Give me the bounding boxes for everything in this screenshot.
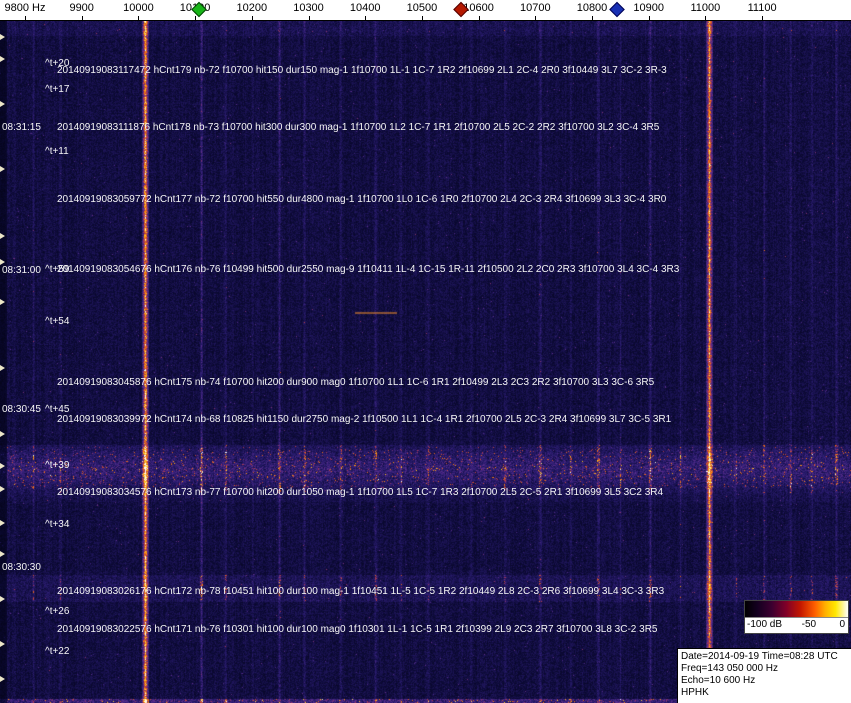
freq-tick (252, 16, 253, 20)
freq-tick (195, 16, 196, 20)
time-tick-icon (0, 34, 5, 40)
info-echo: Echo=10 600 Hz (681, 675, 851, 687)
log-line: 20140919083034576 hCnt173 nb-77 f10700 h… (57, 487, 663, 498)
freq-tick-label: 9800 Hz (5, 2, 46, 14)
time-label: 08:30:45 (2, 404, 41, 415)
info-frequency: Freq=143 050 000 Hz (681, 663, 851, 675)
time-offset-mark: ^t+39 (45, 460, 69, 471)
time-label: 08:31:15 (2, 122, 41, 133)
freq-tick-label: 10000 (123, 2, 154, 14)
time-offset-mark: ^t+45 (45, 404, 69, 415)
info-box: Date=2014-09-19 Time=08:28 UTC Freq=143 … (677, 648, 851, 703)
db-scale-labels: -100 dB -50 0 (745, 618, 848, 633)
time-tick-icon (0, 365, 5, 371)
time-tick-icon (0, 463, 5, 469)
freq-tick-label: 10900 (633, 2, 664, 14)
time-label: 08:31:00 (2, 265, 41, 276)
log-line: 20140919083059772 hCnt177 nb-72 f10700 h… (57, 194, 666, 205)
freq-tick-label: 11100 (748, 2, 777, 14)
time-tick-icon (0, 676, 5, 682)
log-line: 20140919083045876 hCnt175 nb-74 f10700 h… (57, 377, 654, 388)
time-tick-icon (0, 233, 5, 239)
freq-tick-label: 10400 (350, 2, 381, 14)
log-line: 20140919083054676 hCnt176 nb-76 f10499 h… (57, 264, 679, 275)
db-scale-legend: -100 dB -50 0 (744, 600, 849, 634)
time-tick-icon (0, 641, 5, 647)
time-tick-icon (0, 551, 5, 557)
frequency-ruler: 9800 Hz990010000101001020010300104001050… (0, 0, 851, 21)
freq-tick (422, 16, 423, 20)
waterfall-overlays: 20140919083117472 hCnt179 nb-72 f10700 h… (0, 20, 851, 703)
time-tick-icon (0, 299, 5, 305)
time-offset-mark: ^t+17 (45, 84, 69, 95)
time-tick-icon (0, 431, 5, 437)
log-line: 20140919083022576 hCnt171 nb-76 f10301 h… (57, 624, 657, 635)
freq-tick (138, 16, 139, 20)
freq-tick (705, 16, 706, 20)
time-tick-icon (0, 56, 5, 62)
time-tick-icon (0, 596, 5, 602)
freq-tick-label: 9900 (69, 2, 93, 14)
log-line: 20140919083111876 hCnt178 nb-73 f10700 h… (57, 122, 659, 133)
freq-tick-label: 10200 (237, 2, 268, 14)
time-offset-mark: ^t+54 (45, 316, 69, 327)
freq-tick (649, 16, 650, 20)
info-date-time: Date=2014-09-19 Time=08:28 UTC (681, 651, 851, 663)
log-line: 20140919083026176 hCnt172 nb-78 f10451 h… (57, 586, 664, 597)
freq-tick (82, 16, 83, 20)
time-offset-mark: ^t+34 (45, 519, 69, 530)
db-max-label: 0 (839, 619, 845, 630)
freq-tick (592, 16, 593, 20)
waterfall-area: 20140919083117472 hCnt179 nb-72 f10700 h… (0, 20, 851, 703)
db-mid-label: -50 (802, 619, 816, 630)
freq-tick (365, 16, 366, 20)
spectrogram-app: 9800 Hz990010000101001020010300104001050… (0, 0, 851, 703)
time-tick-icon (0, 101, 5, 107)
time-tick-icon (0, 166, 5, 172)
time-tick-icon (0, 259, 5, 265)
time-offset-mark: ^t+26 (45, 606, 69, 617)
freq-tick-label: 10800 (577, 2, 608, 14)
blue-marker-icon[interactable] (609, 2, 625, 18)
freq-tick-label: 10300 (293, 2, 324, 14)
time-tick-icon (0, 520, 5, 526)
freq-tick-label: 11000 (691, 2, 721, 14)
time-label: 08:30:30 (2, 562, 41, 573)
time-offset-mark: ^t+22 (45, 646, 69, 657)
freq-tick (535, 16, 536, 20)
log-line: 20140919083117472 hCnt179 nb-72 f10700 h… (57, 65, 667, 76)
time-offset-mark: ^t+11 (45, 146, 69, 157)
time-offset-mark: ^t+59 (45, 264, 69, 275)
freq-tick (309, 16, 310, 20)
time-tick-icon (0, 486, 5, 492)
db-min-label: -100 dB (747, 619, 782, 630)
freq-tick (479, 16, 480, 20)
log-line: 20140919083039972 hCnt174 nb-68 f10825 h… (57, 414, 671, 425)
db-gradient-bar (745, 601, 848, 618)
freq-tick-label: 10500 (407, 2, 438, 14)
info-station: HPHK (681, 687, 851, 699)
freq-tick (25, 16, 26, 20)
freq-tick-label: 10700 (520, 2, 551, 14)
time-offset-mark: ^t+20 (45, 58, 69, 69)
freq-tick (762, 16, 763, 20)
